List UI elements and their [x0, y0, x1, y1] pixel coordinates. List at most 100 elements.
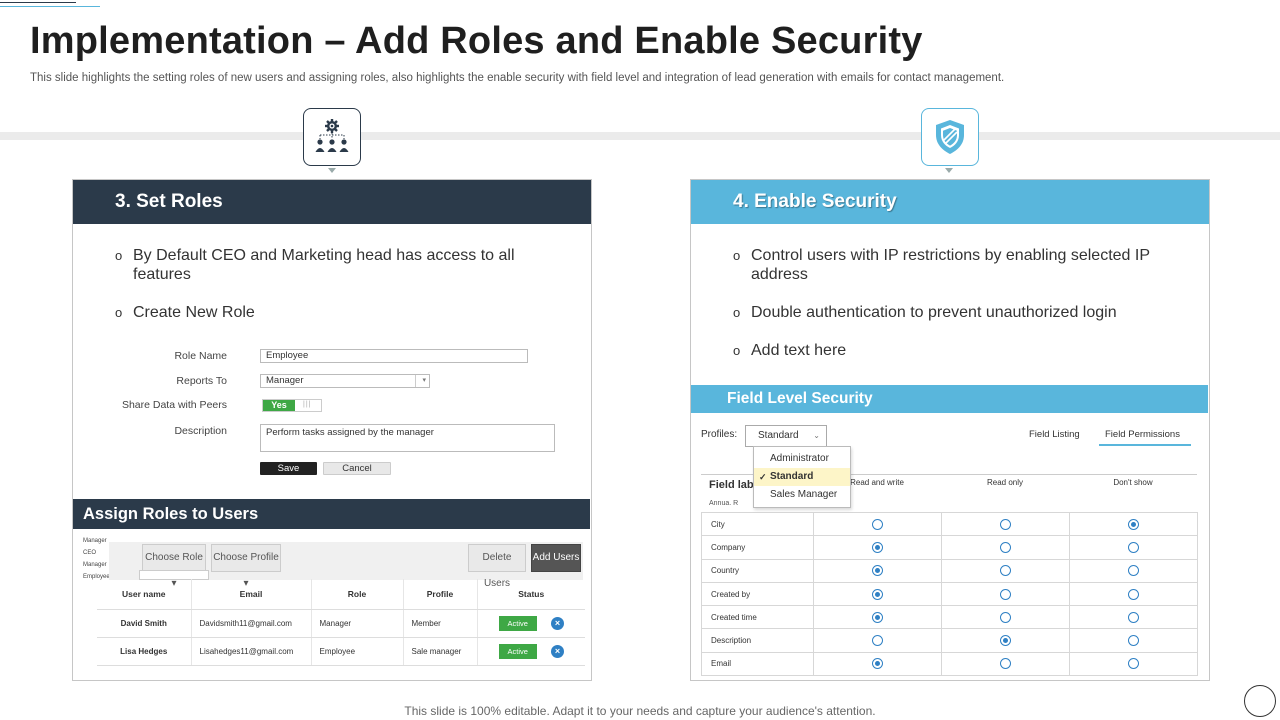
list-item: Manager	[83, 538, 107, 544]
table-row[interactable]: Lisa Hedges Lisahedges11@gmail.com Emplo…	[97, 637, 585, 666]
permission-radio[interactable]	[1000, 518, 1011, 530]
permission-radio[interactable]	[1000, 635, 1011, 647]
tab-field-listing[interactable]: Field Listing	[1029, 429, 1080, 440]
bullet-item: o Create New Role	[115, 304, 255, 321]
permission-cell	[1069, 651, 1198, 677]
permission-radio[interactable]	[872, 518, 883, 530]
table-row: Created by	[701, 581, 1198, 607]
email-cell: Lisahedges11@gmail.com	[191, 637, 312, 666]
profile-select[interactable]: Standard ⌄	[745, 425, 827, 447]
table-row[interactable]: David Smith Davidsmith11@gmail.com Manag…	[97, 609, 585, 638]
assign-roles-heading: Assign Roles to Users	[73, 499, 590, 529]
profiles-label: Profiles:	[701, 429, 738, 440]
dropdown-option-selected[interactable]: ✓ Standard	[754, 468, 850, 486]
permission-cell	[1069, 628, 1198, 653]
reports-to-select[interactable]: Manager ▾	[260, 374, 430, 388]
table-row: City	[701, 511, 1198, 537]
field-name-cell: Description	[701, 628, 814, 653]
chevron-down-icon: ▾	[415, 375, 426, 387]
toggle-grip-icon: |||	[303, 401, 312, 408]
permission-cell	[941, 581, 1070, 607]
check-icon: ✓	[759, 472, 767, 482]
tab-field-permissions[interactable]: Field Permissions	[1105, 429, 1180, 440]
permission-cell	[1069, 558, 1198, 583]
top-accent-lines	[0, 0, 100, 7]
table-header-row: User name Email Role Profile Status	[97, 579, 585, 610]
permission-radio[interactable]	[1128, 658, 1139, 670]
save-button[interactable]: Save	[260, 462, 317, 475]
set-roles-heading: 3. Set Roles	[73, 180, 591, 224]
table-row: Country	[701, 558, 1198, 583]
description-label: Description	[174, 425, 227, 437]
permission-cell	[813, 558, 942, 583]
bullet-item: o Double authentication to prevent unaut…	[733, 304, 1117, 321]
enable-security-bullets: o Control users with IP restrictions by …	[733, 246, 1153, 379]
permission-cell	[1069, 511, 1198, 537]
column-header: Email	[191, 579, 312, 610]
permission-radio[interactable]	[1000, 565, 1011, 577]
permission-radio[interactable]	[1128, 635, 1139, 647]
bullet-item: o By Default CEO and Marketing head has …	[115, 247, 515, 283]
permission-cell	[813, 628, 942, 653]
reports-to-label: Reports To	[176, 375, 227, 387]
permission-cell	[813, 651, 942, 677]
shield-icon	[921, 108, 979, 166]
permission-cell	[1069, 605, 1198, 630]
permission-cell	[941, 651, 1070, 677]
field-name-cell: Created time	[701, 605, 814, 630]
dropdown-option[interactable]: Sales Manager	[754, 486, 850, 504]
permission-cell	[813, 605, 942, 630]
permission-cell	[813, 581, 942, 607]
enable-security-heading: 4. Enable Security	[691, 180, 1209, 224]
dropdown-option[interactable]: Administrator	[754, 450, 850, 468]
permission-radio[interactable]	[1000, 588, 1011, 600]
set-roles-bullets: o By Default CEO and Marketing head has …	[115, 246, 535, 341]
pointer-triangle	[945, 168, 953, 173]
set-roles-panel: 3. Set Roles o By Default CEO and Market…	[72, 179, 592, 681]
permission-radio[interactable]	[1000, 611, 1011, 623]
permission-radio[interactable]	[1128, 541, 1139, 553]
pointer-triangle	[328, 168, 336, 173]
permission-radio[interactable]	[872, 565, 883, 577]
permission-radio[interactable]	[1000, 658, 1011, 670]
email-cell: Davidsmith11@gmail.com	[191, 609, 312, 638]
permission-radio[interactable]	[1128, 518, 1139, 530]
permission-radio[interactable]	[872, 635, 883, 647]
field-name-cell: Company	[701, 535, 814, 560]
field-level-security-heading: Field Level Security	[691, 385, 1208, 413]
user-name-cell: David Smith	[97, 609, 192, 638]
permission-radio[interactable]	[872, 588, 883, 600]
role-mini-list: Manager CEO Manager Employee	[83, 535, 110, 583]
permission-radio[interactable]	[1128, 611, 1139, 623]
permission-radio[interactable]	[1000, 541, 1011, 553]
permission-radio[interactable]	[872, 658, 883, 670]
choose-role-button[interactable]: Choose Role ▾	[142, 544, 206, 589]
field-name-cell: Country	[701, 558, 814, 583]
page-subtitle: This slide highlights the setting roles …	[30, 72, 1005, 84]
remove-icon[interactable]: ×	[550, 616, 564, 630]
permission-cell	[941, 628, 1070, 653]
cancel-button[interactable]: Cancel	[323, 462, 391, 475]
choose-profile-button[interactable]: Choose Profile ▾	[211, 544, 281, 589]
permission-radio[interactable]	[1128, 588, 1139, 600]
description-textarea[interactable]: Perform tasks assigned by the manager	[260, 424, 555, 452]
permission-radio[interactable]	[872, 611, 883, 623]
table-row: Email	[701, 651, 1198, 677]
share-data-toggle[interactable]: Yes |||	[262, 399, 322, 412]
status-badge: Active	[498, 615, 537, 631]
add-users-button[interactable]: Add Users	[531, 544, 581, 572]
permission-radio[interactable]	[872, 541, 883, 553]
page-title: Implementation – Add Roles and Enable Se…	[30, 20, 923, 62]
status-badge: Active	[498, 643, 537, 659]
permission-cell	[941, 605, 1070, 630]
column-header: Read only	[986, 478, 1024, 487]
permission-cell	[1069, 581, 1198, 607]
permission-radio[interactable]	[1128, 565, 1139, 577]
field-permissions-table: City Company Country Created by Created time…	[701, 511, 1198, 677]
delete-users-button[interactable]: Delete Users	[468, 544, 526, 589]
role-name-input[interactable]: Employee	[260, 349, 528, 363]
remove-icon[interactable]: ×	[550, 644, 564, 658]
permission-cell	[941, 535, 1070, 560]
permission-cell	[941, 511, 1070, 537]
role-cell: Manager	[311, 609, 404, 638]
